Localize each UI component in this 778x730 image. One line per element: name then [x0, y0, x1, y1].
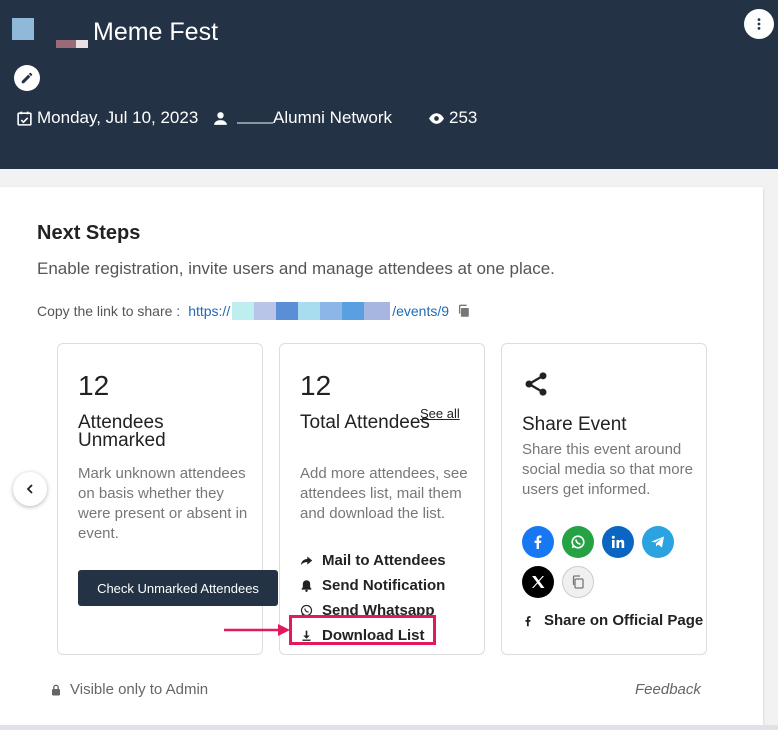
facebook-icon	[534, 535, 542, 549]
eye-icon	[429, 112, 444, 124]
user-icon	[214, 111, 227, 125]
annotation-arrow-icon	[224, 624, 290, 636]
bell-icon	[301, 580, 312, 592]
share-whatsapp-button[interactable]	[562, 526, 594, 558]
event-title: Meme Fest	[93, 18, 219, 46]
share-official-page-action[interactable]: Share on Official Page	[522, 612, 703, 629]
share-telegram-button[interactable]	[642, 526, 674, 558]
event-organizer-text: Alumni Network	[273, 108, 393, 127]
x-icon	[532, 576, 545, 588]
next-steps-card: Next Steps Enable registration, invite u…	[0, 187, 763, 725]
event-date: Monday, Jul 10, 2023	[16, 106, 198, 130]
share-icon	[525, 372, 547, 396]
attendees-unmarked-tile: 12 Attendees Unmarked Mark unknown atten…	[57, 343, 278, 655]
event-organizer: Alumni Network	[212, 106, 392, 130]
send-notification-label: Send Notification	[322, 577, 446, 594]
facebook-icon	[525, 615, 531, 626]
total-title: Total Attendees	[300, 412, 430, 433]
share-linkedin-button[interactable]	[602, 526, 634, 558]
linkedin-icon	[611, 535, 625, 548]
calendar-icon	[17, 111, 32, 126]
link-prefix: https://	[188, 303, 231, 319]
event-views: 253	[428, 106, 477, 130]
copy-icon[interactable]	[457, 304, 471, 318]
more-options-button[interactable]	[744, 9, 774, 39]
total-attendees-tile: 12 See all Total Attendees Add more atte…	[279, 343, 485, 655]
unmarked-description: Mark unknown attendees on basis whether …	[78, 465, 248, 542]
event-views-count: 253	[449, 108, 478, 127]
share-official-label: Share on Official Page	[544, 612, 704, 629]
send-notification-action[interactable]: Send Notification	[300, 577, 445, 594]
share-link-row: Copy the link to share : https:// /event…	[37, 302, 471, 320]
unmarked-count: 12	[78, 370, 110, 401]
event-header: Meme Fest Monday, Jul 10, 2023 Alumni Ne…	[0, 0, 778, 169]
event-logo	[12, 18, 34, 40]
unmarked-title: Attendees Unmarked	[78, 412, 166, 451]
redacted-link	[232, 302, 391, 320]
event-share-link[interactable]: https:// /events/9	[188, 302, 449, 320]
edit-event-button[interactable]	[14, 65, 40, 91]
visibility-note: Visible only to Admin	[50, 681, 208, 698]
forward-icon	[300, 556, 313, 566]
edit-icon	[21, 72, 33, 84]
next-steps-subtitle: Enable registration, invite users and ma…	[37, 259, 555, 278]
redacted-text	[237, 122, 273, 124]
share-event-title: Share Event	[522, 414, 627, 435]
share-link-label: Copy the link to share :	[37, 303, 181, 319]
share-event-tile: Share Event Share this event around soci…	[501, 343, 707, 655]
feedback-link[interactable]: Feedback	[635, 681, 701, 698]
carousel-prev-button[interactable]	[13, 472, 47, 506]
copy-icon	[572, 575, 584, 589]
share-event-description: Share this event around social media so …	[522, 441, 693, 498]
mail-attendees-label: Mail to Attendees	[322, 552, 446, 569]
lock-icon	[52, 684, 60, 695]
visibility-text: Visible only to Admin	[70, 681, 209, 698]
redacted-text	[56, 40, 88, 48]
check-unmarked-attendees-button[interactable]: Check Unmarked Attendees	[78, 570, 278, 606]
whatsapp-icon	[571, 535, 585, 549]
total-count: 12	[300, 370, 332, 401]
copy-link-button[interactable]	[562, 566, 594, 598]
share-facebook-button[interactable]	[522, 526, 554, 558]
telegram-icon	[651, 536, 664, 548]
chevron-left-icon	[26, 484, 33, 494]
mail-attendees-action[interactable]: Mail to Attendees	[300, 552, 446, 569]
download-list-highlight	[289, 615, 436, 645]
bottom-divider	[0, 725, 778, 730]
total-description: Add more attendees, see attendees list, …	[300, 465, 468, 522]
event-date-text: Monday, Jul 10, 2023	[37, 108, 199, 127]
more-vertical-icon	[757, 18, 761, 30]
next-steps-heading: Next Steps	[37, 222, 141, 244]
share-x-button[interactable]	[522, 566, 554, 598]
link-suffix: /events/9	[392, 303, 450, 319]
